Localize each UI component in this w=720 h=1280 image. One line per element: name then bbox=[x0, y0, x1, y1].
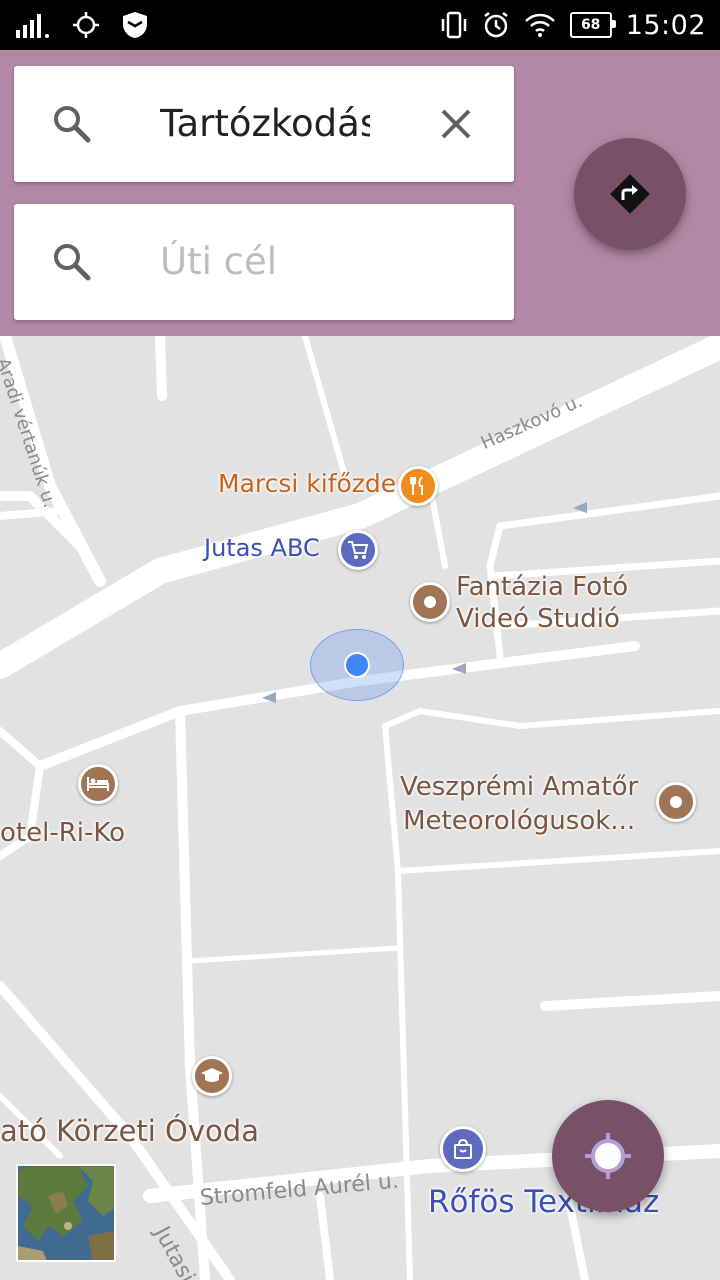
shopping-bag-icon[interactable] bbox=[440, 1126, 486, 1172]
place-pin-icon[interactable] bbox=[410, 582, 450, 622]
my-location-button[interactable] bbox=[552, 1100, 664, 1212]
status-time: 15:02 bbox=[625, 9, 706, 41]
poi-label-veszpremi[interactable]: Veszprémi Amatőr Meteorológusok... bbox=[400, 770, 638, 838]
status-bar: 68 15:02 bbox=[0, 0, 720, 50]
battery-icon: 68 bbox=[569, 12, 616, 38]
satellite-preview-image bbox=[18, 1166, 114, 1260]
vibrate-icon bbox=[441, 11, 466, 39]
poi-label-fantazia-line2: Videó Studió bbox=[456, 604, 620, 634]
shopping-cart-icon[interactable] bbox=[338, 530, 378, 570]
origin-input[interactable]: Tartózkodás bbox=[160, 98, 370, 150]
satellite-layer-toggle[interactable] bbox=[16, 1164, 116, 1262]
poi-label-fantazia-line1: Fantázia Fotó bbox=[456, 572, 629, 602]
place-pin-icon[interactable] bbox=[656, 782, 696, 822]
alarm-icon bbox=[483, 12, 508, 38]
wifi-icon bbox=[524, 13, 555, 37]
map-view[interactable]: Aradi vértanúk u. Haszkovó u. Stromfeld … bbox=[0, 336, 720, 1280]
current-location-dot[interactable] bbox=[344, 652, 370, 678]
close-icon[interactable] bbox=[436, 104, 476, 144]
signal-icon bbox=[16, 14, 49, 38]
poi-label-hotel[interactable]: otel-Ri-Ko bbox=[0, 818, 125, 848]
hotel-icon[interactable] bbox=[78, 764, 118, 804]
gps-icon bbox=[73, 12, 99, 38]
poi-label-marcsi[interactable]: Marcsi kifőzde bbox=[218, 469, 396, 498]
directions-icon bbox=[610, 174, 650, 214]
destination-input[interactable] bbox=[160, 236, 480, 288]
restaurant-icon[interactable] bbox=[398, 466, 438, 506]
search-icon bbox=[54, 244, 91, 281]
origin-search-box[interactable]: Tartózkodás bbox=[14, 66, 514, 182]
poi-label-veszpremi-line1: Veszprémi Amatőr bbox=[400, 772, 639, 802]
crosshair-icon bbox=[585, 1133, 631, 1179]
poi-label-veszpremi-line2: Meteorológusok... bbox=[403, 806, 636, 836]
battery-level: 68 bbox=[580, 17, 601, 33]
shield-icon bbox=[123, 12, 147, 38]
school-icon[interactable] bbox=[192, 1056, 232, 1096]
poi-label-fantazia[interactable]: Fantázia Fotó Videó Studió bbox=[456, 571, 628, 635]
poi-label-jutas[interactable]: Jutas ABC bbox=[204, 534, 320, 562]
route-header: Tartózkodás bbox=[0, 50, 720, 336]
directions-button[interactable] bbox=[574, 138, 686, 250]
destination-search-box[interactable] bbox=[14, 204, 514, 320]
poi-label-ovoda[interactable]: ató Körzeti Óvoda bbox=[0, 1114, 259, 1148]
search-icon bbox=[54, 106, 91, 143]
